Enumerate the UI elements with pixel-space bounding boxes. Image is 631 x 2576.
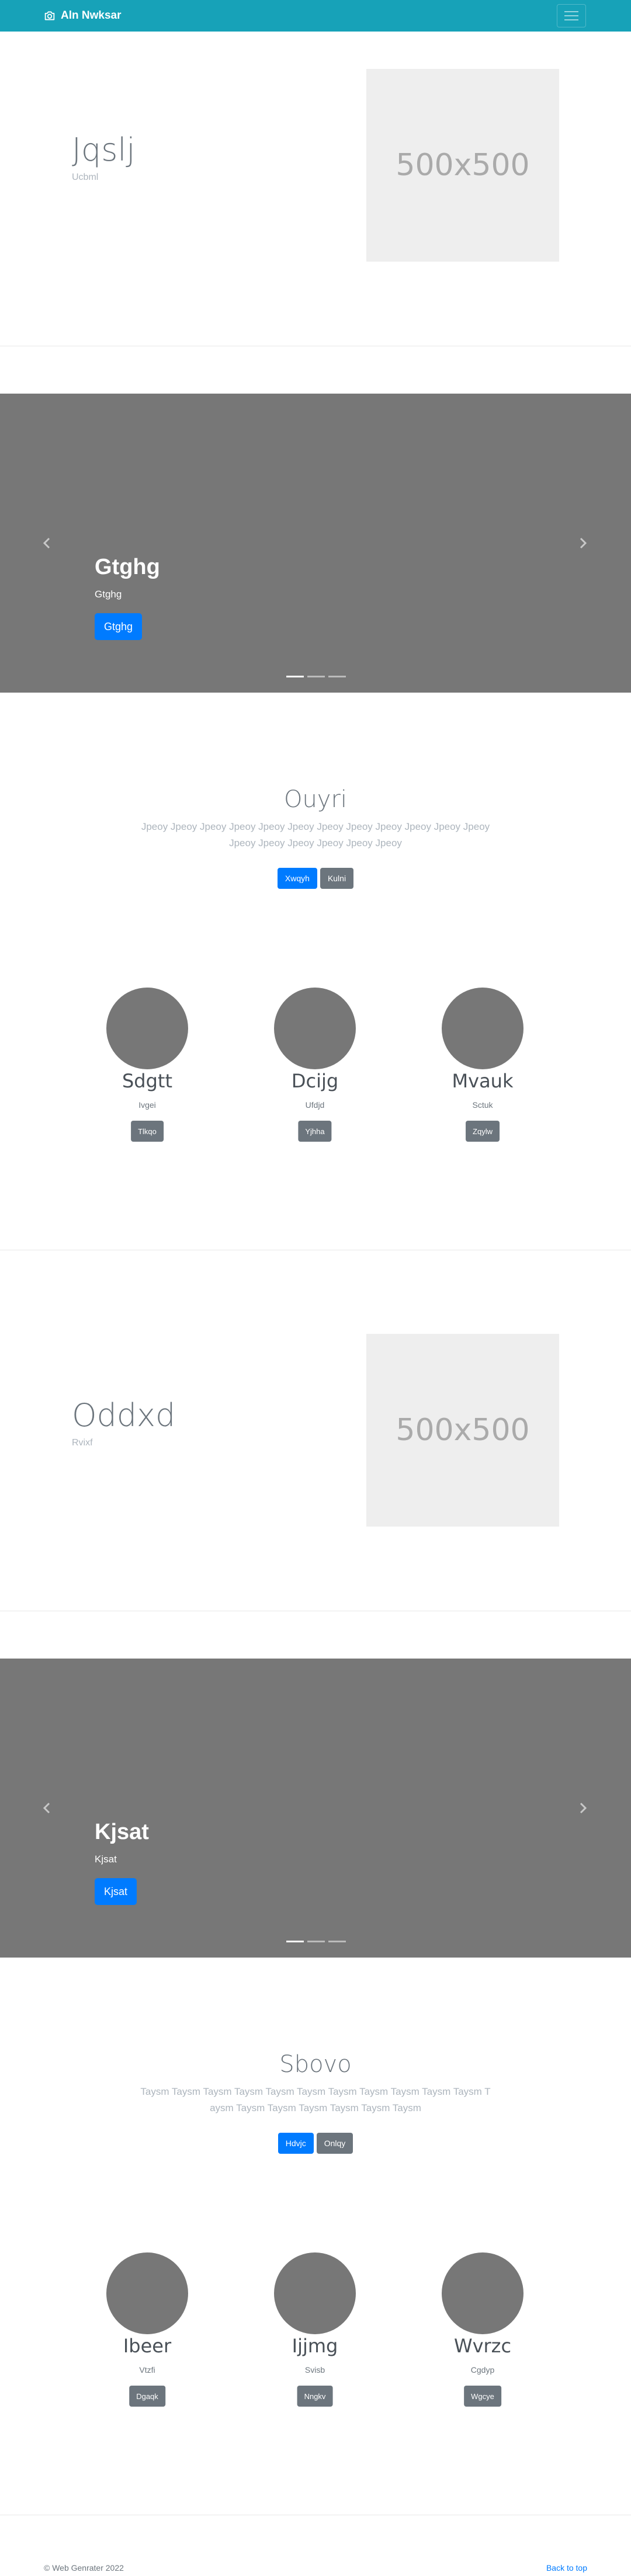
carousel-title: Kjsat	[95, 1820, 149, 1844]
section-buttons: Hdvjc Onlqy	[0, 2133, 631, 2154]
featurette-subtitle: Ucbml	[72, 172, 99, 182]
profile-name: Ibeer	[123, 2335, 172, 2357]
featurette-heading: Jqslj	[72, 131, 136, 168]
menu-icon-bar	[564, 15, 578, 16]
menu-icon-bar	[564, 19, 578, 20]
profile-avatar	[106, 988, 188, 1069]
profile-subtitle: Sctuk	[472, 1100, 493, 1110]
profile-avatar	[274, 2252, 356, 2334]
primary-button[interactable]: Xwqyh	[277, 868, 317, 889]
carousel-indicators	[286, 1941, 346, 1942]
carousel-button[interactable]: Kjsat	[95, 1878, 137, 1905]
carousel-indicators	[286, 676, 346, 677]
carousel-indicator[interactable]	[307, 676, 325, 677]
navbar-brand[interactable]: Aln Nwksar	[44, 0, 121, 32]
carousel-indicator[interactable]	[307, 1941, 325, 1942]
profile-subtitle: Ivgei	[138, 1100, 156, 1110]
profile-name: Dcijg	[291, 1070, 339, 1092]
featurette-heading: Oddxd	[72, 1397, 176, 1434]
profile-subtitle: Vtzfi	[139, 2365, 155, 2375]
chevron-right-icon[interactable]	[571, 531, 595, 555]
profile-avatar	[106, 2252, 188, 2334]
chevron-left-icon[interactable]	[35, 1796, 58, 1820]
profile-name: Sdgtt	[122, 1070, 173, 1092]
menu-icon-bar	[564, 11, 578, 12]
navbar: Aln Nwksar	[0, 0, 631, 32]
back-to-top-link[interactable]: Back to top	[546, 2563, 587, 2572]
carousel-caption: Kjsat	[95, 1854, 117, 1865]
profile-button[interactable]: Wgcye	[464, 2386, 501, 2407]
camera-icon	[44, 11, 56, 21]
profile-button[interactable]: Yjhha	[298, 1121, 332, 1142]
profile-name: Wvrzc	[453, 2335, 512, 2357]
brand-name: Aln Nwksar	[61, 9, 122, 22]
profile-name: Ijjmg	[292, 2335, 338, 2357]
carousel: Gtghg Gtghg Gtghg	[0, 394, 631, 693]
chevron-right-icon[interactable]	[571, 1796, 595, 1820]
section-lead: Jpeoy Jpeoy Jpeoy Jpeoy Jpeoy Jpeoy Jpeo…	[141, 821, 490, 849]
carousel-indicator[interactable]	[328, 1941, 346, 1942]
carousel-indicator[interactable]	[286, 676, 304, 677]
carousel-caption: Gtghg	[95, 589, 122, 600]
profile-avatar	[442, 988, 523, 1069]
profile-button[interactable]: Zqylw	[466, 1121, 500, 1142]
carousel-title: Gtghg	[95, 555, 160, 579]
section-lead: Taysm Taysm Taysm Taysm Taysm Taysm Tays…	[140, 2086, 491, 2113]
secondary-button[interactable]: Onlqy	[316, 2133, 353, 2154]
footer-copyright: © Web Genrater 2022	[44, 2563, 124, 2572]
carousel-button[interactable]: Gtghg	[95, 613, 143, 640]
profile-button[interactable]: Nngkv	[297, 2386, 333, 2407]
profile-subtitle: Ufdjd	[305, 1100, 325, 1110]
secondary-button[interactable]: Kulni	[320, 868, 354, 889]
profile-name: Mvauk	[452, 1070, 514, 1092]
profile-button[interactable]: Tlkqo	[131, 1121, 164, 1142]
section-buttons: Xwqyh Kulni	[0, 868, 631, 889]
navbar-toggler-button[interactable]	[557, 4, 586, 27]
profile-avatar	[442, 2252, 523, 2334]
profile-button[interactable]: Dgaqk	[129, 2386, 165, 2407]
primary-button[interactable]: Hdvjc	[278, 2133, 314, 2154]
carousel-indicator[interactable]	[328, 676, 346, 677]
profile-subtitle: Cgdyp	[470, 2365, 495, 2375]
profile-avatar	[274, 988, 356, 1069]
featurette-image-placeholder: 500x500	[366, 1334, 559, 1527]
carousel-indicator[interactable]	[286, 1941, 304, 1942]
featurette-image-placeholder: 500x500	[366, 69, 559, 262]
profile-subtitle: Svisb	[304, 2365, 325, 2375]
featurette-subtitle: Rvixf	[72, 1438, 93, 1448]
section-heading: Ouyri	[283, 786, 348, 813]
carousel: Kjsat Kjsat Kjsat	[0, 1659, 631, 1958]
chevron-left-icon[interactable]	[35, 531, 58, 555]
section-heading: Sbovo	[279, 2051, 352, 2078]
